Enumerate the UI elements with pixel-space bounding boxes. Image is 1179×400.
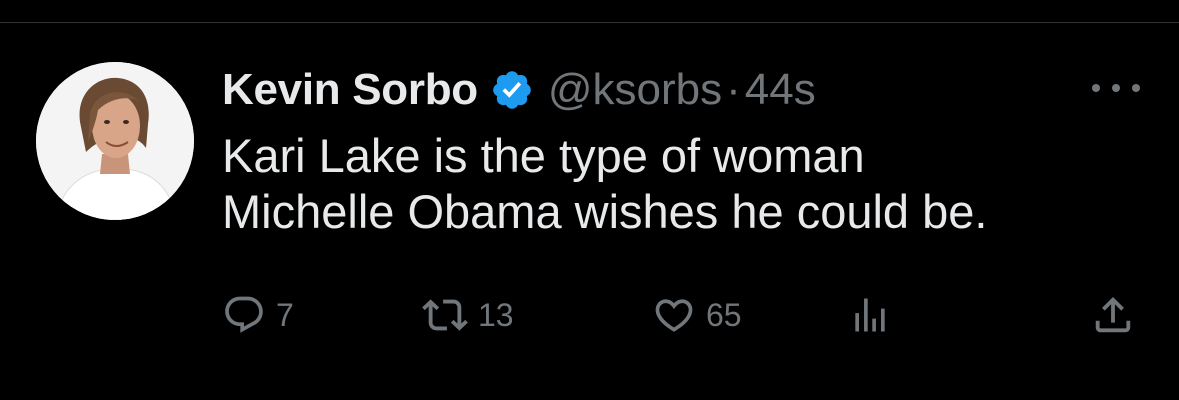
more-dot bbox=[1112, 84, 1120, 92]
like-button[interactable]: 65 bbox=[652, 290, 742, 340]
tweet-actions: 7 13 65 bbox=[222, 290, 1140, 340]
heart-icon bbox=[655, 299, 693, 332]
top-divider bbox=[0, 22, 1179, 23]
more-options-icon[interactable] bbox=[1092, 78, 1140, 98]
separator-dot: · bbox=[726, 65, 741, 114]
reply-button[interactable]: 7 bbox=[222, 290, 294, 340]
tweet-text: Kari Lake is the type of woman Michelle … bbox=[222, 128, 1142, 240]
tweet-header: Kevin Sorbo @ksorbs · 44s bbox=[222, 62, 816, 118]
tweet-text-line: Kari Lake is the type of woman bbox=[222, 129, 865, 182]
verified-badge-icon bbox=[490, 68, 534, 112]
share-button[interactable] bbox=[1090, 290, 1136, 340]
like-count: 65 bbox=[706, 296, 742, 333]
display-name[interactable]: Kevin Sorbo bbox=[222, 65, 478, 115]
retweet-icon bbox=[422, 299, 468, 331]
handle[interactable]: @ksorbs bbox=[548, 65, 722, 115]
avatar[interactable] bbox=[36, 62, 194, 220]
views-button[interactable] bbox=[848, 290, 892, 340]
tweet-text-line: Michelle Obama wishes he could be. bbox=[222, 185, 988, 238]
reply-count: 7 bbox=[276, 296, 294, 333]
timestamp[interactable]: 44s bbox=[745, 65, 816, 115]
retweet-button[interactable]: 13 bbox=[422, 290, 514, 340]
share-icon bbox=[1095, 296, 1131, 333]
views-icon bbox=[855, 298, 885, 332]
more-dot bbox=[1132, 84, 1140, 92]
retweet-count: 13 bbox=[478, 296, 514, 333]
more-dot bbox=[1092, 84, 1100, 92]
reply-icon bbox=[225, 296, 263, 333]
